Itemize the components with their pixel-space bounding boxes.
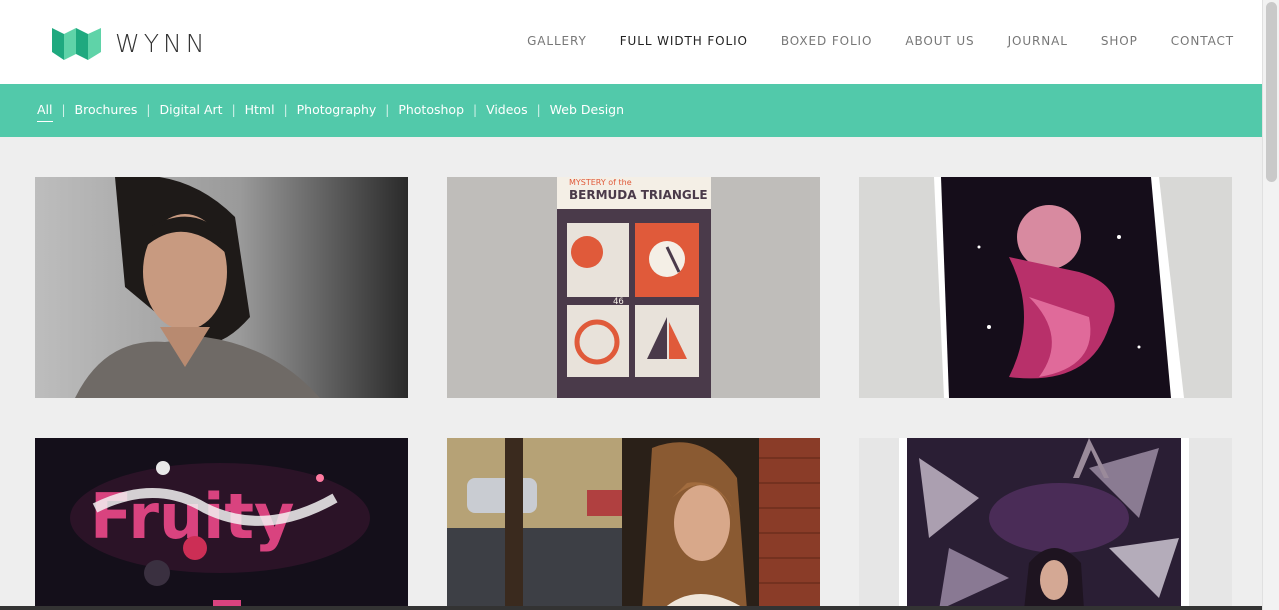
nav-gallery[interactable]: GALLERY	[527, 34, 587, 48]
site-header: WYNN GALLERY FULL WIDTH FOLIO BOXED FOLI…	[0, 0, 1262, 84]
portfolio-item-woman-portrait[interactable]	[35, 177, 408, 398]
portfolio-item-stamp-poster[interactable]: MYSTERY of the BERMUDA TRIANGLE 46	[447, 177, 820, 398]
wynn-logo-icon	[52, 28, 101, 60]
filter-photography[interactable]: Photography	[297, 102, 377, 117]
filter-bar: All | Brochures | Digital Art | Html | P…	[0, 84, 1262, 137]
fruity-art-image: Fruity	[35, 438, 408, 610]
poster-title: BERMUDA TRIANGLE	[569, 188, 708, 202]
portfolio-item-framed-digital-art[interactable]	[859, 177, 1232, 398]
filter-separator: |	[385, 102, 390, 117]
portfolio-item-woman-by-brick-wall[interactable]	[447, 438, 820, 610]
filter-videos[interactable]: Videos	[486, 102, 528, 117]
poster-kicker: MYSTERY of the	[569, 178, 632, 187]
filter-all[interactable]: All	[37, 102, 53, 122]
portfolio-item-fruity-typography[interactable]: Fruity	[35, 438, 408, 610]
filter-web-design[interactable]: Web Design	[550, 102, 624, 117]
filter-separator: |	[231, 102, 236, 117]
filter-brochures[interactable]: Brochures	[75, 102, 138, 117]
brand-name: WYNN	[115, 28, 209, 58]
nav-full-width-folio[interactable]: FULL WIDTH FOLIO	[620, 34, 748, 48]
filter-separator: |	[283, 102, 288, 117]
filter-separator: |	[61, 102, 66, 117]
nav-contact[interactable]: CONTACT	[1171, 34, 1234, 48]
nav-journal[interactable]: JOURNAL	[1008, 34, 1068, 48]
brick-wall-portrait-image	[447, 438, 820, 610]
filter-photoshop[interactable]: Photoshop	[398, 102, 464, 117]
filter-digital-art[interactable]: Digital Art	[159, 102, 222, 117]
scrollbar-thumb[interactable]	[1266, 2, 1277, 182]
filter-html[interactable]: Html	[245, 102, 275, 117]
framed-art-image	[859, 177, 1232, 398]
cosmic-art-image	[859, 438, 1232, 610]
portrait-image	[35, 177, 408, 398]
logo[interactable]: WYNN	[52, 24, 208, 62]
window-bottom-edge	[0, 606, 1262, 610]
filter-separator: |	[536, 102, 541, 117]
nav-shop[interactable]: SHOP	[1101, 34, 1138, 48]
vertical-scrollbar[interactable]	[1262, 0, 1279, 610]
nav-about-us[interactable]: ABOUT US	[905, 34, 974, 48]
filter-separator: |	[473, 102, 478, 117]
stamp-value: 46	[613, 297, 624, 307]
portfolio-filters: All | Brochures | Digital Art | Html | P…	[37, 102, 624, 122]
nav-boxed-folio[interactable]: BOXED FOLIO	[781, 34, 872, 48]
stamp-poster-image: MYSTERY of the BERMUDA TRIANGLE 46	[447, 177, 820, 398]
portfolio-item-framed-cosmic-art[interactable]	[859, 438, 1232, 610]
filter-separator: |	[146, 102, 151, 117]
main-nav: GALLERY FULL WIDTH FOLIO BOXED FOLIO ABO…	[494, 34, 1234, 48]
